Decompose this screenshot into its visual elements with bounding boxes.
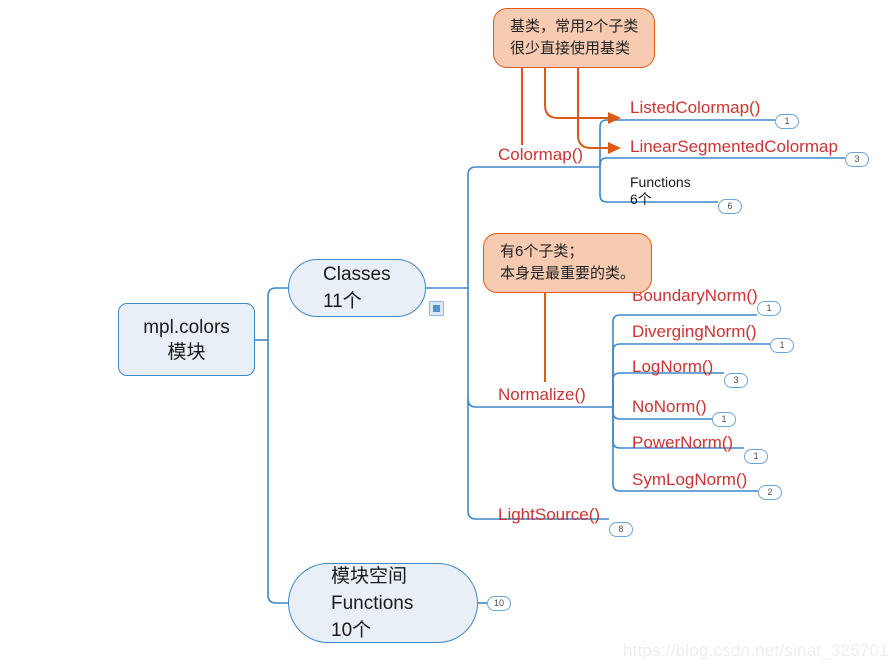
branch-node-module-space[interactable]: 模块空间 Functions 10个 <box>288 563 478 643</box>
root-node-line2: 模块 <box>167 341 206 363</box>
callout-colormap-line1: 基类，常用2个子类 <box>510 18 639 35</box>
leaf-colormap-functions-line2: 6个 <box>630 191 652 207</box>
leaf-divergingnorm[interactable]: DivergingNorm() <box>632 322 757 342</box>
callout-colormap-line2: 很少直接使用基类 <box>510 40 631 57</box>
leaf-boundarynorm[interactable]: BoundaryNorm() <box>632 286 758 306</box>
module-space-line3: 10个 <box>331 619 372 641</box>
watermark: https://blog.csdn.net/sinat_32570141 <box>623 641 888 660</box>
leaf-powernorm[interactable]: PowerNorm() <box>632 433 733 453</box>
leaf-nonorm[interactable]: NoNorm() <box>632 397 707 417</box>
badge-nonorm: 1 <box>712 412 736 427</box>
badge-colormap-functions: 6 <box>718 199 742 214</box>
badge-module-space: 10 <box>487 596 511 611</box>
leaf-colormap[interactable]: Colormap() <box>498 145 583 165</box>
badge-lognorm: 3 <box>724 373 748 388</box>
badge-symlognorm: 2 <box>758 485 782 500</box>
badge-powernorm: 1 <box>744 449 768 464</box>
leaf-listedcolormap[interactable]: ListedColormap() <box>630 98 760 118</box>
badge-linearsegmentedcolormap: 3 <box>845 152 869 167</box>
callout-normalize-line2: 本身是最重要的类。 <box>500 265 636 282</box>
badge-lightsource: 8 <box>609 522 633 537</box>
root-node[interactable]: mpl.colors 模块 <box>118 303 255 376</box>
module-space-line1: 模块空间 <box>331 565 408 587</box>
root-node-line1: mpl.colors <box>143 316 230 338</box>
leaf-symlognorm[interactable]: SymLogNorm() <box>632 470 747 490</box>
leaf-lognorm[interactable]: LogNorm() <box>632 357 713 377</box>
leaf-colormap-functions[interactable]: Functions 6个 <box>630 174 691 208</box>
callout-normalize-line1: 有6个子类； <box>500 243 584 260</box>
badge-divergingnorm: 1 <box>770 338 794 353</box>
branch-node-classes[interactable]: Classes 11个 <box>288 259 426 317</box>
mindmap-canvas: mpl.colors 模块 Classes 11个 模块空间 Functions… <box>0 0 888 671</box>
leaf-linearsegmentedcolormap[interactable]: LinearSegmentedColormap <box>630 137 838 157</box>
module-space-line2: Functions <box>331 592 414 614</box>
classes-node-line1: Classes <box>323 264 391 285</box>
note-icon[interactable] <box>429 301 444 316</box>
callout-normalize[interactable]: 有6个子类； 本身是最重要的类。 <box>483 233 653 293</box>
leaf-normalize[interactable]: Normalize() <box>498 385 586 405</box>
badge-boundarynorm: 1 <box>757 301 781 316</box>
classes-node-line2: 11个 <box>323 291 362 312</box>
callout-colormap[interactable]: 基类，常用2个子类 很少直接使用基类 <box>493 8 656 68</box>
leaf-colormap-functions-line1: Functions <box>630 174 691 190</box>
badge-listedcolormap: 1 <box>775 114 799 129</box>
leaf-lightsource[interactable]: LightSource() <box>498 505 600 525</box>
